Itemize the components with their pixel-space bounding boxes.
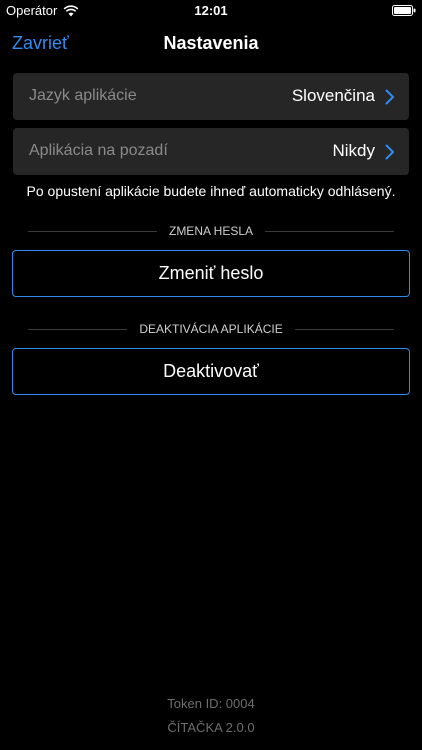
background-label: Aplikácia na pozadí	[29, 142, 168, 159]
page-title: Nastavenia	[163, 33, 259, 53]
divider	[294, 328, 395, 330]
change-password-button[interactable]: Zmeniť heslo	[12, 250, 410, 297]
deactivate-section-title: DEAKTIVÁCIA APLIKÁCIE	[139, 322, 283, 336]
deactivate-button[interactable]: Deaktivovať	[12, 348, 410, 395]
status-time: 12:01	[194, 3, 228, 18]
status-bar: Operátor 12:01	[0, 0, 422, 22]
chevron-right-icon	[385, 89, 394, 105]
divider	[28, 230, 157, 232]
chevron-right-icon	[385, 144, 394, 160]
password-section-header: ZMENA HESLA	[28, 223, 394, 239]
deactivate-section-header: DEAKTIVÁCIA APLIKÁCIE	[28, 321, 395, 337]
language-value: Slovenčina	[291, 86, 375, 105]
logout-info-text: Po opustení aplikácie budete ihneď autom…	[26, 183, 396, 199]
password-section-title: ZMENA HESLA	[168, 224, 254, 238]
background-setting-row[interactable]: Aplikácia na pozadí Nikdy	[13, 128, 409, 175]
divider	[28, 328, 128, 330]
language-label: Jazyk aplikácie	[29, 87, 137, 104]
token-id-text: Token ID: 0004	[167, 696, 255, 711]
navigation-bar: Zavrieť Nastavenia	[0, 22, 422, 66]
battery-icon	[392, 5, 416, 16]
divider	[265, 230, 394, 232]
background-value: Nikdy	[332, 141, 375, 160]
app-version-text: ČÍTAČKA 2.0.0	[167, 720, 255, 735]
language-setting-row[interactable]: Jazyk aplikácie Slovenčina	[13, 73, 409, 120]
